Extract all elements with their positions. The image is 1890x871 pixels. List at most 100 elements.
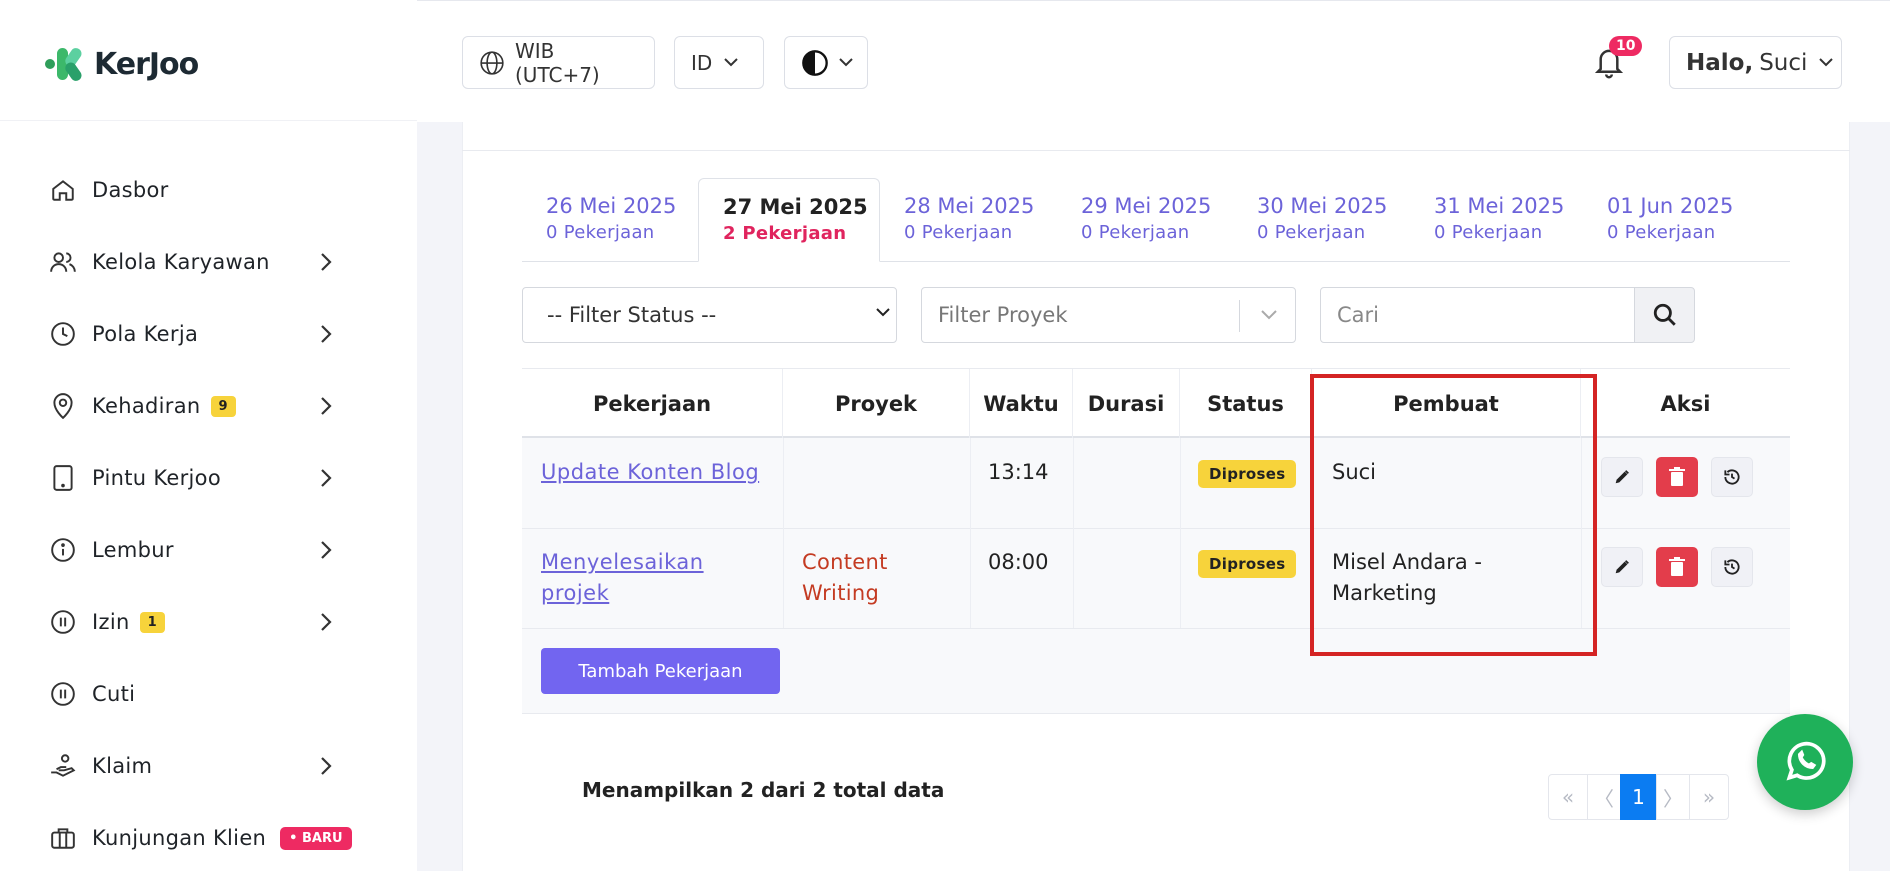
tab-31-mei[interactable]: 31 Mei 2025 0 Pekerjaan xyxy=(1410,178,1583,262)
timezone-button[interactable]: WIB (UTC+7) xyxy=(462,36,655,89)
contrast-icon xyxy=(801,49,829,77)
map-pin-icon xyxy=(48,391,78,421)
pause-circle-icon xyxy=(48,607,78,637)
pagination-prev[interactable]: 〈 xyxy=(1587,774,1621,820)
tab-count: 0 Pekerjaan xyxy=(904,222,1013,243)
tab-date: 26 Mei 2025 xyxy=(546,194,677,218)
clock-icon xyxy=(48,319,78,349)
sidebar-item-klaim[interactable]: Klaim xyxy=(48,746,348,786)
history-button[interactable] xyxy=(1711,457,1753,497)
col-header-aksi: Aksi xyxy=(1660,392,1711,416)
greeting-label: Halo, xyxy=(1686,49,1754,76)
search-button[interactable] xyxy=(1634,287,1695,343)
chevron-right-icon xyxy=(320,324,332,348)
col-header-status: Status xyxy=(1180,369,1312,439)
theme-dropdown[interactable] xyxy=(784,36,868,89)
tab-26-mei[interactable]: 26 Mei 2025 0 Pekerjaan xyxy=(522,178,698,262)
table-header-row: Pekerjaan Proyek Waktu Durasi Status Pem… xyxy=(522,368,1790,439)
tab-27-mei[interactable]: 27 Mei 2025 2 Pekerjaan xyxy=(698,178,880,262)
logo-mark-icon xyxy=(44,44,92,84)
sidebar: KerJoo Dasbor Kelola Karyawan Pola Kerja… xyxy=(0,0,417,871)
pause-circle-icon xyxy=(48,679,78,709)
tab-29-mei[interactable]: 29 Mei 2025 0 Pekerjaan xyxy=(1057,178,1233,262)
data-summary: Menampilkan 2 dari 2 total data xyxy=(582,778,945,802)
edit-button[interactable] xyxy=(1601,457,1643,497)
tab-count: 0 Pekerjaan xyxy=(1257,222,1366,243)
status-filter-select[interactable]: -- Filter Status -- xyxy=(522,287,897,343)
user-name: Suci xyxy=(1759,49,1808,76)
task-link[interactable]: Menyelesaikan projek xyxy=(541,547,704,609)
history-icon xyxy=(1722,557,1742,577)
language-label: ID xyxy=(691,50,713,75)
new-badge: • BARU xyxy=(280,826,352,850)
chevron-down-icon xyxy=(724,58,739,67)
task-link[interactable]: Update Konten Blog xyxy=(541,457,759,488)
time-cell: 13:14 xyxy=(988,460,1049,484)
tab-date: 29 Mei 2025 xyxy=(1081,194,1212,218)
pencil-icon xyxy=(1613,558,1631,576)
tab-date: 01 Jun 2025 xyxy=(1607,194,1734,218)
whatsapp-button[interactable] xyxy=(1757,714,1853,810)
sidebar-item-label: Cuti xyxy=(92,682,136,706)
tab-date: 31 Mei 2025 xyxy=(1434,194,1565,218)
status-filter-value: -- Filter Status -- xyxy=(547,303,717,327)
project-line: Content xyxy=(802,550,888,574)
chevron-right-icon xyxy=(320,252,332,276)
sidebar-item-kelola-karyawan[interactable]: Kelola Karyawan xyxy=(48,242,348,282)
tablet-icon xyxy=(48,463,78,493)
chevron-right-icon xyxy=(320,540,332,564)
time-cell: 08:00 xyxy=(988,550,1049,574)
sidebar-item-lembur[interactable]: Lembur xyxy=(48,530,348,570)
delete-button[interactable] xyxy=(1656,457,1698,497)
sidebar-item-kunjungan-klien[interactable]: Kunjungan Klien • BARU xyxy=(48,818,408,858)
sidebar-item-izin[interactable]: Izin 1 xyxy=(48,602,348,642)
language-dropdown[interactable]: ID xyxy=(674,36,764,89)
tab-01-jun[interactable]: 01 Jun 2025 0 Pekerjaan xyxy=(1583,178,1763,262)
history-button[interactable] xyxy=(1711,547,1753,587)
tab-30-mei[interactable]: 30 Mei 2025 0 Pekerjaan xyxy=(1233,178,1409,262)
tab-count: 0 Pekerjaan xyxy=(1081,222,1190,243)
col-header-proyek: Proyek xyxy=(783,369,970,439)
tab-count: 2 Pekerjaan xyxy=(723,223,847,244)
tab-date: 28 Mei 2025 xyxy=(904,194,1035,218)
info-icon xyxy=(48,535,78,565)
sidebar-item-label: Kunjungan Klien xyxy=(92,826,267,850)
sidebar-item-label: Klaim xyxy=(92,754,153,778)
status-badge: Diproses xyxy=(1198,550,1297,578)
project-filter-select[interactable]: Filter Proyek xyxy=(921,287,1296,343)
chevron-down-icon xyxy=(1261,310,1277,320)
tab-28-mei[interactable]: 28 Mei 2025 0 Pekerjaan xyxy=(880,178,1056,262)
history-icon xyxy=(1722,467,1742,487)
pagination-first[interactable]: « xyxy=(1548,774,1588,820)
users-icon xyxy=(48,247,78,277)
chevron-right-icon xyxy=(320,612,332,636)
sidebar-item-label: Dasbor xyxy=(92,178,169,202)
notification-count-badge: 10 xyxy=(1609,36,1643,56)
sidebar-item-label: Kehadiran xyxy=(92,394,201,418)
pagination-page-1[interactable]: 1 xyxy=(1620,774,1657,820)
home-icon xyxy=(48,175,78,205)
sidebar-item-kehadiran[interactable]: Kehadiran 9 xyxy=(48,386,348,426)
status-badge: Diproses xyxy=(1198,460,1297,488)
trash-icon xyxy=(1669,467,1685,487)
trash-icon xyxy=(1669,557,1685,577)
delete-button[interactable] xyxy=(1656,547,1698,587)
sidebar-item-pola-kerja[interactable]: Pola Kerja xyxy=(48,314,348,354)
add-job-button[interactable]: Tambah Pekerjaan xyxy=(541,648,780,694)
project-line: Writing xyxy=(802,581,880,605)
sidebar-item-dasbor[interactable]: Dasbor xyxy=(48,170,348,210)
sidebar-item-label: Lembur xyxy=(92,538,174,562)
sidebar-item-label: Izin xyxy=(92,610,130,634)
edit-button[interactable] xyxy=(1601,547,1643,587)
tab-count: 0 Pekerjaan xyxy=(1434,222,1543,243)
pagination-last[interactable]: » xyxy=(1689,774,1729,820)
sidebar-item-pintu-kerjoo[interactable]: Pintu Kerjoo xyxy=(48,458,348,498)
search-input[interactable]: Cari xyxy=(1320,287,1635,343)
col-header-waktu: Waktu xyxy=(970,369,1073,439)
col-header-pekerjaan: Pekerjaan xyxy=(522,369,783,439)
kerjoo-logo[interactable]: KerJoo xyxy=(44,44,199,84)
sidebar-item-cuti[interactable]: Cuti xyxy=(48,674,348,714)
user-menu-button[interactable]: Halo, Suci xyxy=(1669,36,1842,89)
pagination-next[interactable]: 〉 xyxy=(1656,774,1690,820)
timezone-label: WIB (UTC+7) xyxy=(515,38,600,87)
